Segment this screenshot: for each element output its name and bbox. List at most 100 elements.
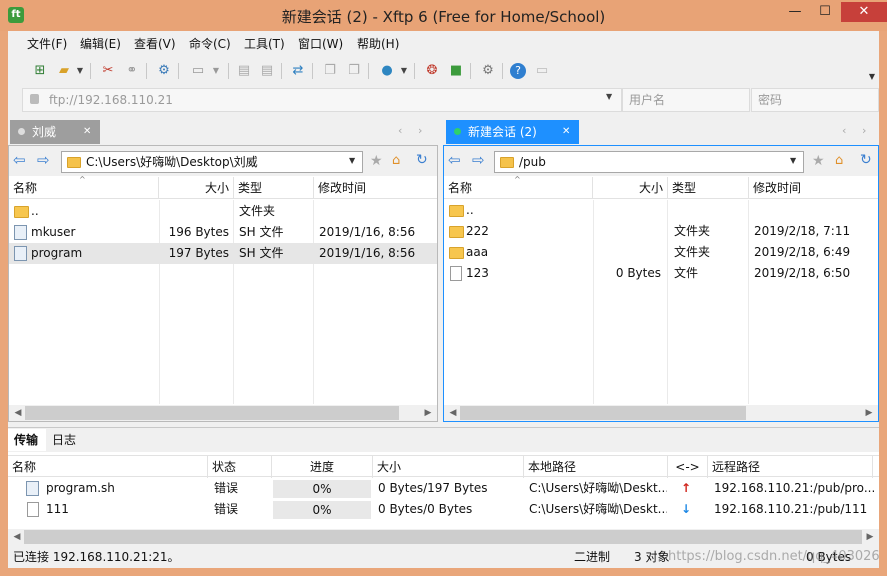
reconnect-icon[interactable]: ⚭ <box>124 63 140 79</box>
sync-transfer-icon[interactable]: ⇄ <box>290 63 306 79</box>
refresh-icon[interactable]: ↻ <box>860 152 872 168</box>
scroll-left-icon[interactable]: ◀ <box>10 529 24 545</box>
username-input[interactable]: 用户名 <box>622 88 750 112</box>
menu-edit[interactable]: 编辑(E) <box>80 35 121 53</box>
close-button[interactable]: ✕ <box>841 2 887 22</box>
menu-window[interactable]: 窗口(W) <box>298 35 343 53</box>
tab-scroll-right-icon[interactable]: › <box>862 124 866 137</box>
transfer-row[interactable]: program.sh 错误 0% 0 Bytes/197 Bytes C:\Us… <box>8 478 879 499</box>
copy-icon[interactable]: ❐ <box>322 63 338 79</box>
file-type: 文件夹 <box>674 245 711 259</box>
properties-icon[interactable]: ⚙ <box>156 63 172 79</box>
maximize-button[interactable]: ☐ <box>811 2 839 22</box>
home-folder-icon[interactable]: ⌂ <box>835 153 843 168</box>
xshell-icon[interactable]: ❂ <box>424 63 440 79</box>
remote-horizontal-scrollbar[interactable]: ◀ ▶ <box>444 405 878 421</box>
settings-gear-icon[interactable]: ⚙ <box>480 63 496 79</box>
menu-help[interactable]: 帮助(H) <box>357 35 399 53</box>
open-folder-icon[interactable]: ▰ <box>56 63 72 79</box>
column-direction[interactable]: <-> <box>668 456 708 478</box>
tab-scroll-left-icon[interactable]: ‹ <box>398 124 402 137</box>
transfer-row[interactable]: 111 错误 0% 0 Bytes/0 Bytes C:\Users\好嗨呦\D… <box>8 499 879 520</box>
column-name[interactable]: 名称 <box>8 456 208 478</box>
tab-close-icon[interactable]: ✕ <box>83 120 91 144</box>
column-modified[interactable]: 修改时间 <box>314 177 437 199</box>
file-row[interactable]: .. 文件夹 <box>9 201 437 222</box>
tab-scroll-right-icon[interactable]: › <box>418 124 422 137</box>
help-icon[interactable]: ? <box>510 63 526 79</box>
new-session-icon[interactable]: ⊞ <box>32 63 48 79</box>
password-input[interactable]: 密码 <box>751 88 879 112</box>
menu-file[interactable]: 文件(F) <box>27 35 67 53</box>
scroll-left-icon[interactable]: ◀ <box>446 405 460 421</box>
file-row[interactable]: aaa 文件夹 2019/2/18, 6:49 <box>444 242 878 263</box>
scroll-right-icon[interactable]: ▶ <box>863 529 877 545</box>
home-folder-icon[interactable]: ⌂ <box>392 153 400 168</box>
remote-path-input[interactable]: /pub <box>494 151 804 173</box>
menu-tools[interactable]: 工具(T) <box>244 35 285 53</box>
file-row-selected[interactable]: program 197 Bytes SH 文件 2019/1/16, 8:56 <box>9 243 437 264</box>
column-status[interactable]: 状态 <box>208 456 272 478</box>
transfer-mode[interactable]: 二进制 <box>574 546 610 568</box>
forward-arrow-icon[interactable]: ⇨ <box>472 151 485 169</box>
title-bar[interactable]: ft 新建会话 (2) - Xftp 6 (Free for Home/Scho… <box>0 0 887 31</box>
tab-close-icon[interactable]: ✕ <box>562 120 570 144</box>
column-remote-path[interactable]: 远程路径 <box>708 456 873 478</box>
column-size[interactable]: 大小 <box>593 177 668 199</box>
path-dropdown-icon[interactable]: ▼ <box>349 156 355 165</box>
column-local-path[interactable]: 本地路径 <box>524 456 668 478</box>
column-type[interactable]: 类型 <box>234 177 314 199</box>
download-icon[interactable]: ▤ <box>259 63 275 79</box>
menu-command[interactable]: 命令(C) <box>189 35 231 53</box>
view-icon[interactable]: ▭ <box>190 63 206 79</box>
forward-arrow-icon[interactable]: ⇨ <box>37 151 50 169</box>
folder-icon <box>449 247 464 259</box>
minimize-button[interactable]: — <box>781 2 809 22</box>
file-type: 文件夹 <box>239 204 276 218</box>
globe-dropdown-icon[interactable]: ▼ <box>396 63 412 79</box>
tab-remote[interactable]: 新建会话 (2) ✕ <box>446 120 579 144</box>
tab-scroll-left-icon[interactable]: ‹ <box>842 124 846 137</box>
scroll-right-icon[interactable]: ▶ <box>421 405 435 421</box>
transfer-remote-path: 192.168.110.21:/pub/pro... <box>714 481 874 495</box>
back-arrow-icon[interactable]: ⇦ <box>13 151 26 169</box>
file-row[interactable]: 123 0 Bytes 文件 2019/2/18, 6:50 <box>444 263 878 284</box>
view-dropdown-icon[interactable]: ▼ <box>208 63 224 79</box>
disconnect-icon[interactable]: ✂ <box>100 63 116 79</box>
refresh-icon[interactable]: ↻ <box>416 152 428 168</box>
local-horizontal-scrollbar[interactable]: ◀ ▶ <box>9 405 437 421</box>
column-size[interactable]: 大小 <box>373 456 524 478</box>
file-row[interactable]: 222 文件夹 2019/2/18, 7:11 <box>444 221 878 242</box>
menu-view[interactable]: 查看(V) <box>134 35 176 53</box>
scroll-left-icon[interactable]: ◀ <box>11 405 25 421</box>
back-arrow-icon[interactable]: ⇦ <box>448 151 461 169</box>
tab-log[interactable]: 日志 <box>46 429 86 451</box>
scroll-right-icon[interactable]: ▶ <box>862 405 876 421</box>
scrollbar-thumb[interactable] <box>25 406 399 420</box>
file-type: 文件 <box>674 266 699 280</box>
file-row[interactable]: mkuser 196 Bytes SH 文件 2019/1/16, 8:56 <box>9 222 437 243</box>
xftp-icon[interactable]: ■ <box>448 63 464 79</box>
scrollbar-thumb[interactable] <box>24 530 862 544</box>
tab-transfer[interactable]: 传输 <box>8 429 46 451</box>
column-type[interactable]: 类型 <box>668 177 749 199</box>
paste-icon[interactable]: ❐ <box>346 63 362 79</box>
local-path-input[interactable]: C:\Users\好嗨呦\Desktop\刘威 <box>61 151 363 173</box>
upload-icon[interactable]: ▤ <box>236 63 252 79</box>
toolbar-overflow-icon[interactable]: ▼ <box>864 69 880 85</box>
column-progress[interactable]: 进度 <box>272 456 373 478</box>
tab-local[interactable]: 刘威 ✕ <box>10 120 100 144</box>
column-modified[interactable]: 修改时间 <box>749 177 878 199</box>
file-row[interactable]: .. <box>444 200 878 221</box>
column-size[interactable]: 大小 <box>159 177 234 199</box>
path-dropdown-icon[interactable]: ▼ <box>790 156 796 165</box>
chat-icon[interactable]: ▭ <box>534 63 550 79</box>
globe-icon[interactable]: ● <box>379 63 395 79</box>
open-dropdown-icon[interactable]: ▼ <box>72 63 88 79</box>
host-input[interactable]: ftp://192.168.110.21 <box>22 88 622 112</box>
scrollbar-thumb[interactable] <box>460 406 746 420</box>
favorite-star-icon[interactable]: ★ <box>370 153 383 169</box>
transfer-horizontal-scrollbar[interactable]: ◀ ▶ <box>8 529 879 545</box>
host-dropdown-icon[interactable]: ▼ <box>606 92 612 101</box>
favorite-star-icon[interactable]: ★ <box>812 153 825 169</box>
